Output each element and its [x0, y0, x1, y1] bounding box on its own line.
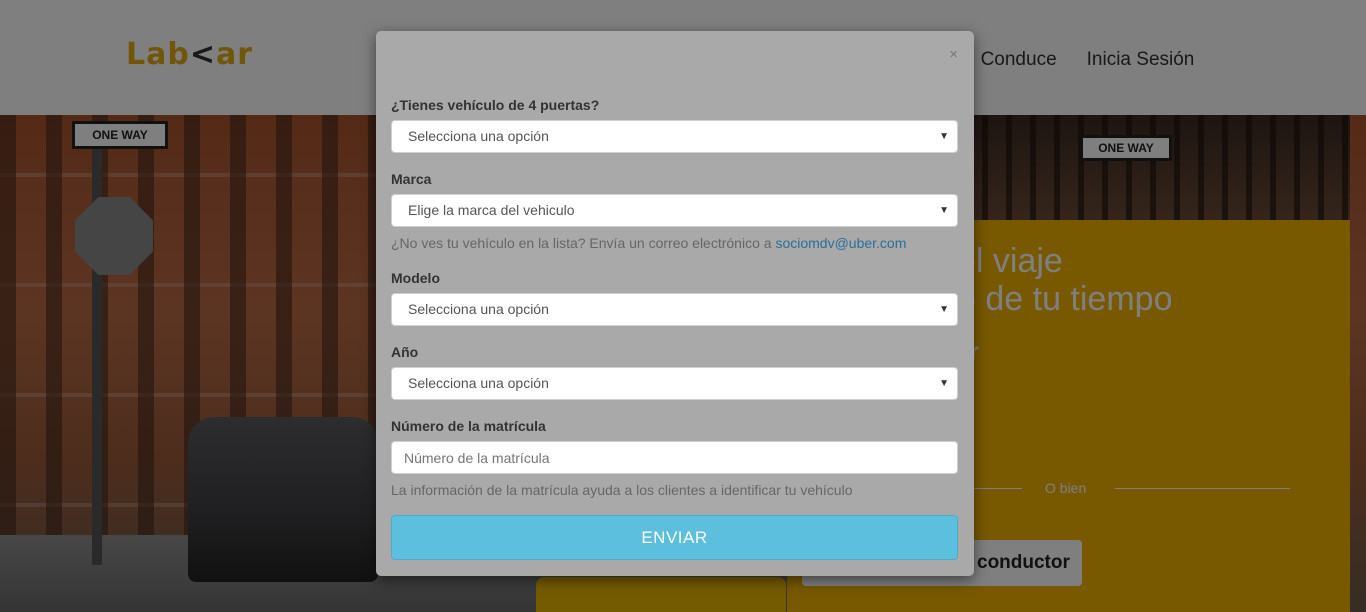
plate-input[interactable]: [391, 441, 958, 474]
anio-select-value: Selecciona una opción: [408, 375, 549, 391]
plate-help: La información de la matrícula ayuda a l…: [391, 482, 853, 498]
caret-down-icon: ▼: [939, 205, 949, 216]
modelo-select[interactable]: Selecciona una opción ▼: [391, 293, 958, 326]
close-icon[interactable]: ×: [949, 47, 958, 63]
marca-select-value: Elige la marca del vehiculo: [408, 202, 575, 218]
four-doors-select-value: Selecciona una opción: [408, 128, 549, 144]
support-email-link[interactable]: sociomdv@uber.com: [775, 235, 906, 251]
vehicle-form-modal: × ¿Tienes vehículo de 4 puertas? Selecci…: [376, 31, 974, 576]
modelo-select-value: Selecciona una opción: [408, 301, 549, 317]
anio-select[interactable]: Selecciona una opción ▼: [391, 367, 958, 400]
caret-down-icon: ▼: [939, 304, 949, 315]
marca-help: ¿No ves tu vehículo en la lista? Envía u…: [391, 234, 906, 252]
caret-down-icon: ▼: [939, 131, 949, 142]
four-doors-label: ¿Tienes vehículo de 4 puertas?: [391, 97, 600, 113]
four-doors-select[interactable]: Selecciona una opción ▼: [391, 120, 958, 153]
plate-label: Número de la matrícula: [391, 418, 546, 434]
modelo-label: Modelo: [391, 270, 440, 286]
submit-button[interactable]: ENVIAR: [391, 515, 958, 560]
marca-help-text: ¿No ves tu vehículo en la lista? Envía u…: [391, 235, 776, 251]
anio-label: Año: [391, 344, 419, 360]
marca-label: Marca: [391, 171, 432, 187]
caret-down-icon: ▼: [939, 378, 949, 389]
marca-select[interactable]: Elige la marca del vehiculo ▼: [391, 194, 958, 227]
